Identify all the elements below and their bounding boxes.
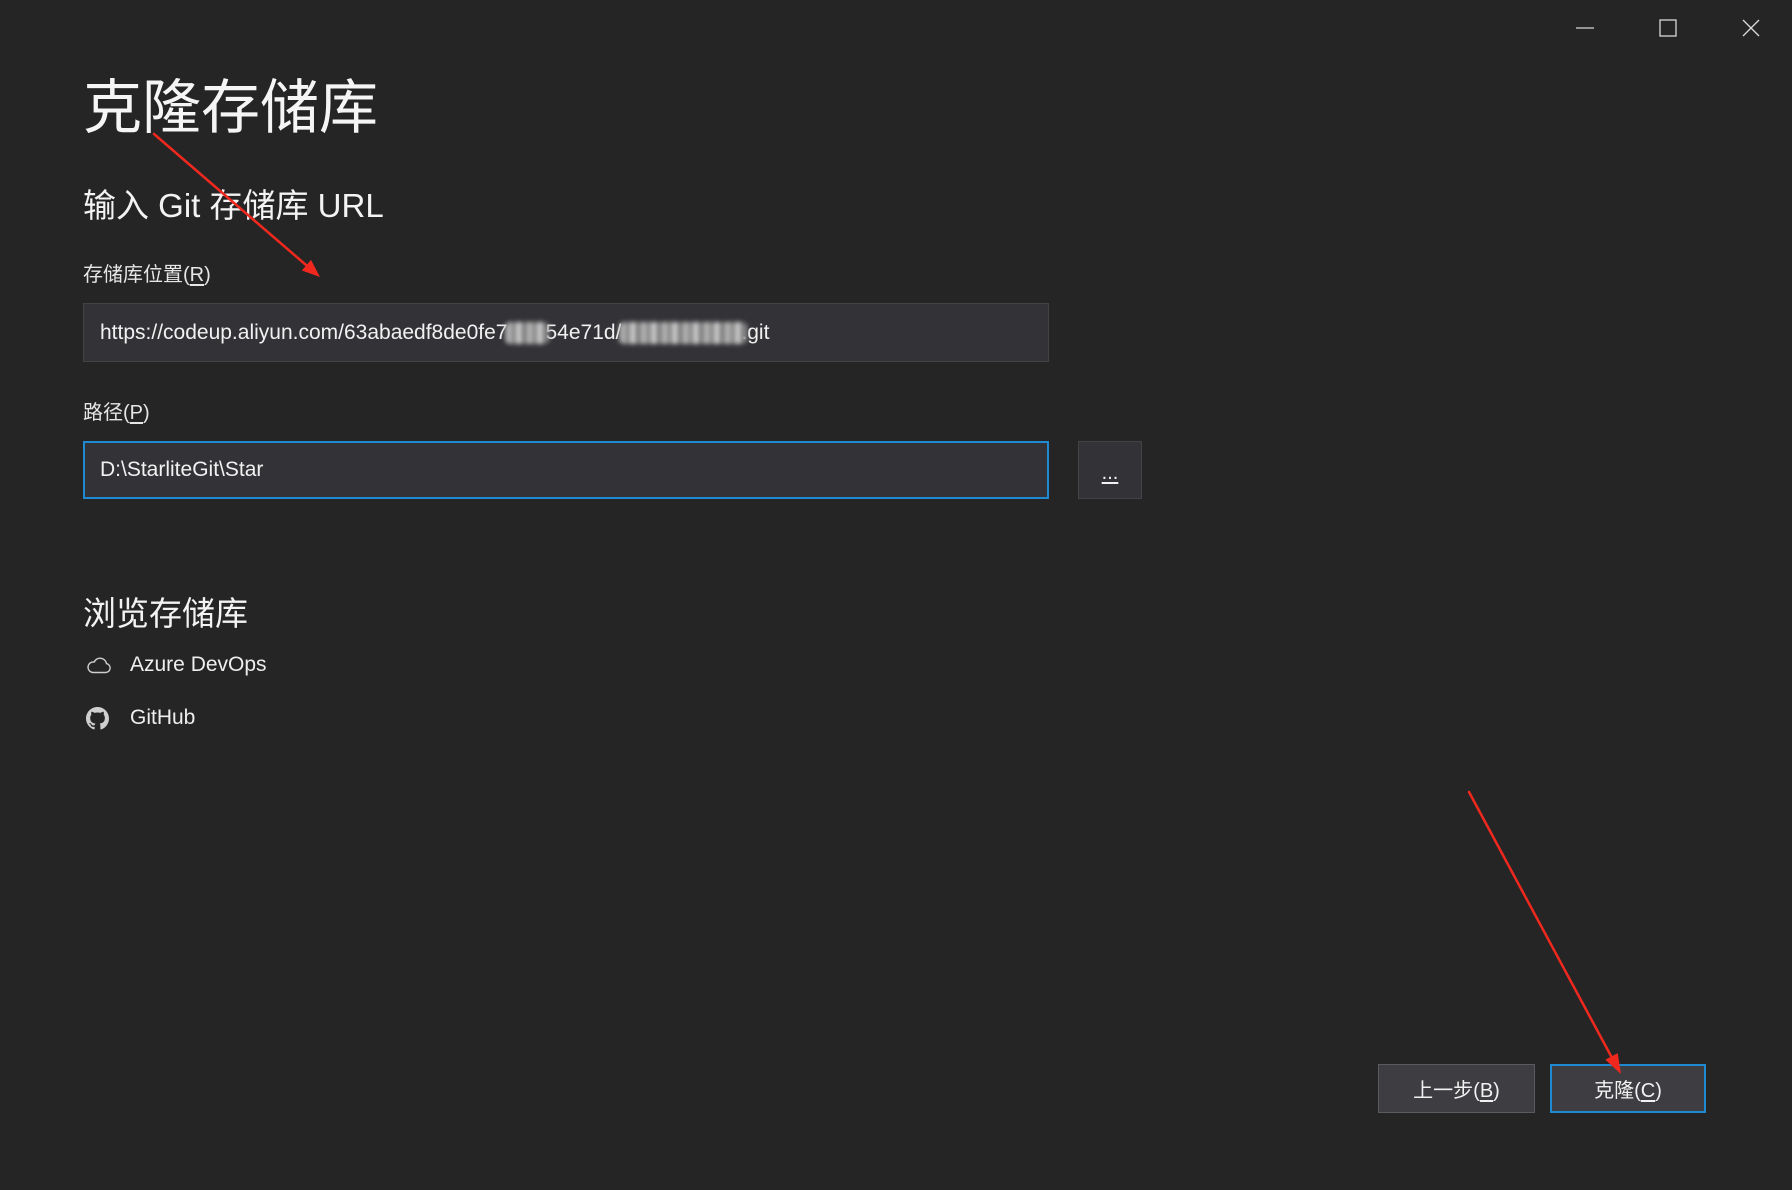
minimize-icon xyxy=(1575,27,1594,29)
browse-folder-button[interactable]: ... xyxy=(1078,441,1142,499)
close-button[interactable] xyxy=(1709,0,1792,56)
close-icon xyxy=(1742,19,1759,37)
maximize-button[interactable] xyxy=(1626,0,1709,56)
git-url-section-heading: 输入 Git 存储库 URL xyxy=(83,187,384,224)
annotation-arrow xyxy=(1467,790,1621,1074)
clone-button-label: 克隆(C) xyxy=(1594,1080,1662,1102)
provider-github[interactable]: GitHub xyxy=(83,702,195,734)
github-icon xyxy=(86,706,114,730)
clone-button[interactable]: 克隆(C) xyxy=(1550,1064,1706,1113)
annotation-overlay xyxy=(152,132,1621,1074)
redaction-blur xyxy=(505,321,550,344)
repo-url-middle: 54e71d/ xyxy=(545,320,622,344)
maximize-icon xyxy=(1658,19,1677,37)
path-input[interactable] xyxy=(83,441,1049,499)
browse-repositories-heading: 浏览存储库 xyxy=(83,595,248,632)
back-button[interactable]: 上一步(B) xyxy=(1378,1064,1535,1113)
path-label: 路径(P) xyxy=(83,402,150,424)
browse-folder-label: ... xyxy=(1101,461,1119,484)
page-title: 克隆存储库 xyxy=(83,75,379,141)
repo-url-prefix: https://codeup.aliyun.com/63abaedf8de0fe… xyxy=(100,320,508,344)
repo-url-input[interactable]: https://codeup.aliyun.com/63abaedf8de0fe… xyxy=(83,303,1049,362)
provider-azure-devops[interactable]: Azure DevOps xyxy=(83,649,267,681)
provider-label: GitHub xyxy=(130,706,196,729)
provider-label: Azure DevOps xyxy=(130,653,267,676)
back-button-label: 上一步(B) xyxy=(1413,1080,1500,1102)
clone-repository-dialog: 克隆存储库 输入 Git 存储库 URL 存储库位置(R) https://co… xyxy=(0,0,1792,1190)
redaction-blur xyxy=(619,321,748,344)
minimize-button[interactable] xyxy=(1543,0,1626,56)
cloud-icon xyxy=(86,653,114,677)
repo-location-label: 存储库位置(R) xyxy=(83,264,211,286)
